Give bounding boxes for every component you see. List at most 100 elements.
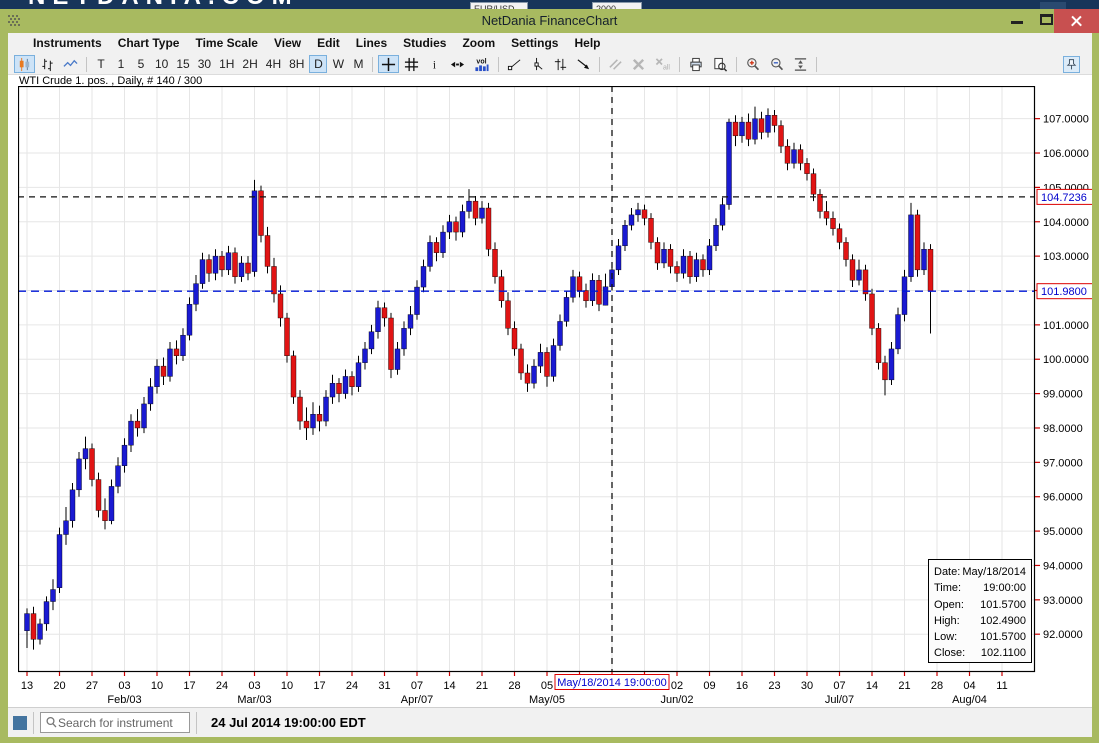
info-button[interactable]: i xyxy=(424,55,445,73)
tooltip-high-label: High: xyxy=(934,613,960,629)
candle-body xyxy=(252,191,257,272)
candle-body xyxy=(408,315,413,329)
menu-lines[interactable]: Lines xyxy=(348,33,395,54)
menu-studies[interactable]: Studies xyxy=(395,33,454,54)
candle-body xyxy=(83,449,88,459)
vertical-line-button[interactable] xyxy=(527,55,548,73)
statusbar-square-button[interactable] xyxy=(13,716,27,730)
x-tick-label: 17 xyxy=(183,680,195,692)
candle-body xyxy=(311,414,316,428)
tf-10-button[interactable]: 10 xyxy=(152,55,171,73)
tf-tick-button[interactable]: T xyxy=(92,55,110,73)
y-tick-label: 96.0000 xyxy=(1043,492,1083,504)
minimize-button[interactable] xyxy=(1011,21,1023,24)
last-price-flag: 101.9800 xyxy=(1037,284,1092,299)
x-tick-label: 10 xyxy=(281,680,293,692)
tf-daily-button[interactable]: D xyxy=(309,55,327,73)
candle-body xyxy=(233,253,238,277)
search-input[interactable] xyxy=(58,716,176,730)
candle-body xyxy=(720,205,725,226)
candle-body xyxy=(545,352,550,376)
print-preview-button[interactable] xyxy=(709,55,731,73)
instrument-search-box[interactable] xyxy=(40,712,190,733)
x-month-label: Mar/03 xyxy=(237,694,271,706)
tf-weekly-button[interactable]: W xyxy=(329,55,347,73)
zoom-in-button[interactable] xyxy=(742,55,764,73)
candlestick-chart-button[interactable] xyxy=(14,55,35,73)
x-tick-label: 23 xyxy=(768,680,780,692)
candle-body xyxy=(161,366,166,376)
trend-line-button[interactable] xyxy=(504,55,525,73)
candle-body xyxy=(525,373,530,383)
delete-selected-button[interactable] xyxy=(628,55,649,73)
candle-body xyxy=(746,122,751,139)
candle-body xyxy=(434,242,439,252)
tf-4h-button[interactable]: 4H xyxy=(263,55,284,73)
tf-2h-button[interactable]: 2H xyxy=(239,55,260,73)
menu-chart-type[interactable]: Chart Type xyxy=(110,33,188,54)
arrow-line-button[interactable] xyxy=(573,55,594,73)
vertical-line-icon xyxy=(530,57,545,72)
candle-body xyxy=(70,490,75,521)
candle-body xyxy=(187,304,192,335)
candle-body xyxy=(499,277,504,301)
horizontal-scroll-button[interactable] xyxy=(447,55,468,73)
candle-body xyxy=(421,266,426,287)
candle-body xyxy=(532,366,537,383)
tf-15-button[interactable]: 15 xyxy=(173,55,192,73)
x-tick-label: 30 xyxy=(801,680,813,692)
print-button[interactable] xyxy=(685,55,707,73)
menu-settings[interactable]: Settings xyxy=(503,33,566,54)
tf-1h-button[interactable]: 1H xyxy=(216,55,237,73)
candle-body xyxy=(551,345,556,376)
menu-edit[interactable]: Edit xyxy=(309,33,348,54)
candle-body xyxy=(824,211,829,218)
info-icon: i xyxy=(427,57,442,72)
delete-all-button[interactable]: all xyxy=(651,55,674,73)
x-tick-label: 21 xyxy=(476,680,488,692)
crosshair-date-flag: May/18/2014 19:00:00 xyxy=(555,675,669,690)
toolbar-separator xyxy=(372,57,373,72)
candle-body xyxy=(363,349,368,363)
menu-view[interactable]: View xyxy=(266,33,309,54)
menu-time-scale[interactable]: Time Scale xyxy=(187,33,265,54)
line-chart-button[interactable] xyxy=(60,55,81,73)
menu-instruments[interactable]: Instruments xyxy=(25,33,110,54)
fit-vertical-button[interactable] xyxy=(790,55,811,73)
tf-monthly-button[interactable]: M xyxy=(349,55,367,73)
grid-button[interactable] xyxy=(401,55,422,73)
candle-body xyxy=(291,356,296,397)
candle-body xyxy=(356,363,361,387)
x-axis: 13202703Feb/0310172403Mar/031017243107Ap… xyxy=(21,672,1008,706)
ohlc-bar-chart-button[interactable] xyxy=(37,55,58,73)
tf-30-button[interactable]: 30 xyxy=(195,55,214,73)
tf-8h-button[interactable]: 8H xyxy=(286,55,307,73)
pin-toolbar-button[interactable] xyxy=(1063,56,1080,73)
crosshair-button[interactable] xyxy=(378,55,399,73)
maximize-button[interactable] xyxy=(1040,14,1053,25)
candle-body xyxy=(850,260,855,281)
menu-zoom[interactable]: Zoom xyxy=(454,33,503,54)
parallel-lines-icon xyxy=(608,57,623,72)
candle-body xyxy=(51,590,56,602)
zoom-out-button[interactable] xyxy=(766,55,788,73)
delete-selected-icon xyxy=(631,57,646,72)
candle-body xyxy=(766,115,771,132)
menu-help[interactable]: Help xyxy=(566,33,608,54)
candle-body xyxy=(857,270,862,280)
crosshair-price-flag: 104.7236 xyxy=(1037,189,1092,204)
print-preview-icon xyxy=(712,57,728,72)
y-tick-label: 99.0000 xyxy=(1043,389,1083,401)
tf-1-button[interactable]: 1 xyxy=(112,55,130,73)
tf-5-button[interactable]: 5 xyxy=(132,55,150,73)
y-tick-label: 93.0000 xyxy=(1043,595,1083,607)
candle-body xyxy=(135,421,140,428)
line-chart-icon xyxy=(63,57,78,72)
channel-button[interactable] xyxy=(550,55,571,73)
candle-body xyxy=(772,115,777,125)
x-tick-label: 28 xyxy=(931,680,943,692)
close-button[interactable] xyxy=(1054,9,1099,33)
volume-button[interactable]: vol xyxy=(470,55,493,73)
x-month-label: Feb/03 xyxy=(107,694,141,706)
parallel-lines-button[interactable] xyxy=(605,55,626,73)
